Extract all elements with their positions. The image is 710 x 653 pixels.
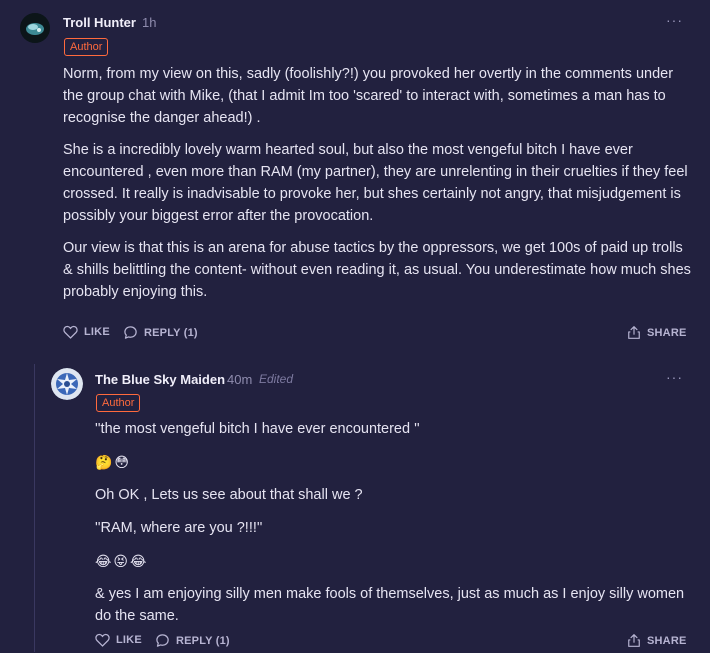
speech-bubble-icon [156, 634, 169, 647]
comment-line: ''RAM, where are you ?!!!'' [95, 520, 263, 536]
share-button[interactable]: SHARE [627, 633, 687, 648]
comment-actions: LIKE REPLY (1) SHARE [63, 325, 693, 345]
heart-icon [95, 633, 110, 647]
author-badge: Author [96, 394, 141, 412]
reply-label: REPLY (1) [176, 634, 230, 647]
author-name[interactable]: The Blue Sky Maiden [95, 372, 225, 387]
comment-troll-hunter: Troll Hunter 1h ··· Author Norm, from my… [0, 0, 710, 352]
comment-time[interactable]: 1h [142, 15, 156, 30]
comment-line: Oh OK , Lets us see about that shall we … [95, 487, 363, 503]
author-name[interactable]: Troll Hunter [63, 15, 136, 30]
share-label: SHARE [647, 326, 687, 339]
share-button[interactable]: SHARE [627, 325, 687, 340]
comment-time[interactable]: 40m [227, 372, 252, 387]
avatar[interactable] [51, 368, 83, 400]
comment-body: ''the most vengeful bitch I have ever en… [95, 418, 693, 637]
comment-line: ''the most vengeful bitch I have ever en… [95, 421, 420, 437]
comment-paragraph: Our view is that this is an arena for ab… [63, 240, 691, 300]
reply-button[interactable]: REPLY (1) [155, 633, 230, 648]
comment-blue-sky-maiden: The Blue Sky Maiden 40m Edited ··· Autho… [0, 352, 710, 652]
avatar[interactable] [20, 13, 50, 43]
comment-paragraph: She is a incredibly lovely warm hearted … [63, 142, 688, 224]
emoji-line: 🤔😳 [95, 454, 132, 470]
more-options-icon[interactable]: ··· [666, 12, 683, 28]
heart-icon [63, 325, 78, 339]
avatar-image [20, 13, 50, 43]
speech-bubble-icon [124, 326, 137, 339]
reply-label: REPLY (1) [144, 326, 198, 339]
reply-button[interactable]: REPLY (1) [123, 325, 198, 340]
like-button[interactable]: LIKE [95, 633, 142, 647]
like-button[interactable]: LIKE [63, 325, 110, 339]
comment-paragraph: Norm, from my view on this, sadly (fooli… [63, 66, 674, 126]
share-label: SHARE [647, 634, 687, 647]
avatar-image [51, 368, 83, 400]
edited-label: Edited [259, 372, 294, 386]
comment-actions: LIKE REPLY (1) SHARE [95, 633, 693, 653]
like-label: LIKE [84, 326, 110, 338]
more-options-icon[interactable]: ··· [666, 369, 683, 385]
emoji-line: 😂😝😂 [95, 553, 149, 569]
like-label: LIKE [116, 634, 142, 646]
share-icon [628, 326, 640, 339]
author-badge: Author [64, 38, 109, 56]
comment-body: Norm, from my view on this, sadly (fooli… [63, 63, 693, 313]
comment-line: & yes I am enjoying silly men make fools… [95, 586, 685, 624]
share-icon [628, 634, 640, 647]
